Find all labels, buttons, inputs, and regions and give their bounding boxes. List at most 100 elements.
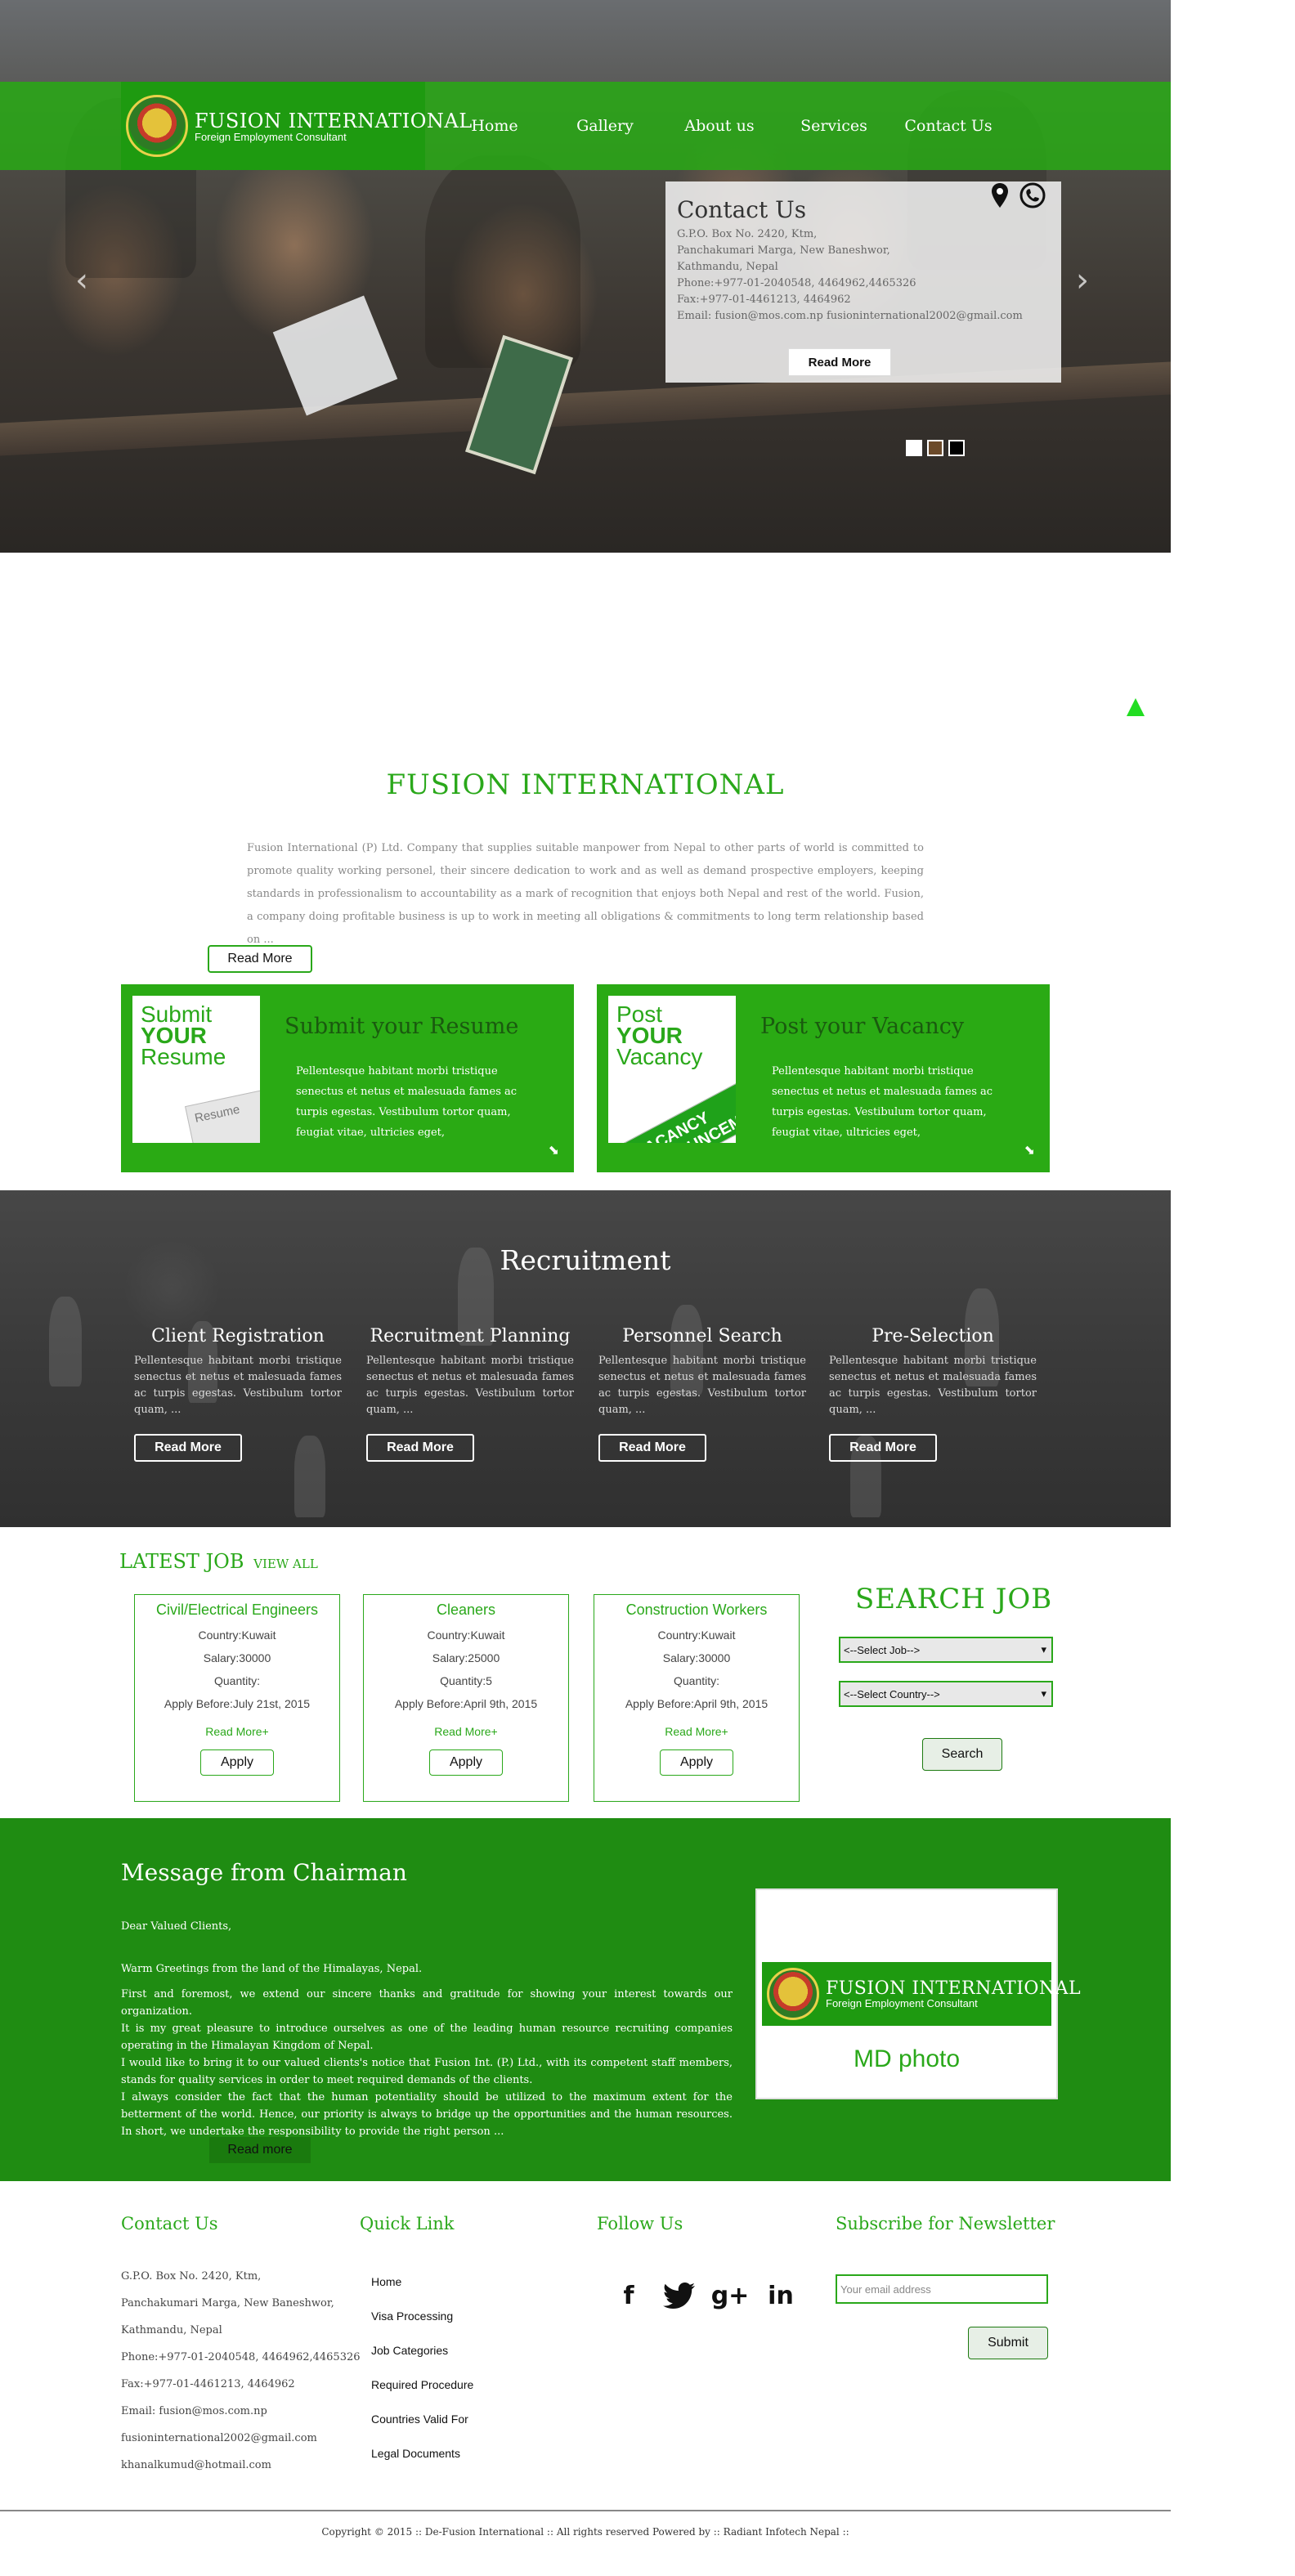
quick-link-documents[interactable]: Legal Documents bbox=[371, 2436, 473, 2471]
job-read-more-link[interactable]: Read More+ bbox=[135, 1725, 339, 1738]
view-all-link[interactable]: VIEW ALL bbox=[253, 1557, 318, 1571]
chairman-paragraph: I always consider the fact that the huma… bbox=[121, 2091, 733, 2138]
job-quantity: Quantity:5 bbox=[440, 1674, 492, 1687]
footer-contact-line: Panchakumari Marga, New Baneshwor, bbox=[121, 2297, 334, 2309]
arrow-icon[interactable]: ⬊ bbox=[549, 1142, 559, 1158]
footer-contact-title: Contact Us bbox=[121, 2214, 218, 2233]
about-read-more-button[interactable]: Read More bbox=[208, 945, 312, 973]
recruitment-read-more-button[interactable]: Read More bbox=[598, 1434, 706, 1462]
job-salary: Salary:30000 bbox=[203, 1651, 271, 1664]
logo[interactable]: FUSION INTERNATIONAL Foreign Employment … bbox=[121, 82, 472, 170]
phone-icon bbox=[1019, 182, 1046, 208]
slider-dot[interactable] bbox=[948, 440, 965, 456]
job-title[interactable]: Civil/Electrical Engineers bbox=[135, 1602, 339, 1619]
apply-button[interactable]: Apply bbox=[429, 1749, 503, 1776]
newsletter-submit-button[interactable]: Submit bbox=[968, 2327, 1048, 2359]
job-read-more-link[interactable]: Read More+ bbox=[364, 1725, 568, 1738]
job-deadline: Apply Before:April 9th, 2015 bbox=[394, 1697, 538, 1710]
facebook-icon[interactable]: f bbox=[603, 2279, 654, 2312]
hero-read-more-button[interactable]: Read More bbox=[788, 348, 891, 376]
nav-services[interactable]: Services bbox=[777, 117, 891, 135]
recruitment-read-more-button[interactable]: Read More bbox=[829, 1434, 937, 1462]
google-plus-icon[interactable]: g+ bbox=[705, 2279, 755, 2312]
submit-resume-image: Submit YOUR Resume Resume bbox=[132, 996, 260, 1143]
copyright: Copyright © 2015 :: De-Fusion Internatio… bbox=[321, 2526, 849, 2538]
md-photo-caption: MD photo bbox=[853, 2045, 961, 2072]
nav-home[interactable]: Home bbox=[441, 117, 548, 135]
quick-link-countries[interactable]: Countries Valid For bbox=[371, 2402, 473, 2436]
card-title: Submit your Resume bbox=[285, 1014, 519, 1039]
submit-resume-card[interactable]: Submit YOUR Resume Resume Submit your Re… bbox=[121, 984, 574, 1172]
newsletter-title: Subscribe for Newsletter bbox=[836, 2214, 1055, 2233]
job-read-more-link[interactable]: Read More+ bbox=[594, 1725, 799, 1738]
job-card: Cleaners Country:Kuwait Salary:25000 Qua… bbox=[363, 1594, 569, 1802]
quick-link-visa[interactable]: Visa Processing bbox=[371, 2299, 473, 2333]
recruitment-title: Recruitment bbox=[500, 1244, 671, 1276]
md-brand-tagline: Foreign Employment Consultant bbox=[826, 1997, 978, 2009]
card-text: Pellentesque habitant morbi tristique se… bbox=[772, 1065, 993, 1139]
brand-name: FUSION INTERNATIONAL bbox=[195, 109, 473, 132]
slider-dot[interactable] bbox=[927, 440, 943, 456]
map-pin-icon bbox=[992, 183, 1008, 208]
footer-contact-line: fusioninternational2002@gmail.com bbox=[121, 2432, 317, 2444]
recruitment-item: Personnel Search Pellentesque habitant m… bbox=[598, 1326, 806, 1418]
about-title: FUSION INTERNATIONAL bbox=[386, 768, 785, 801]
post-vacancy-card[interactable]: Post YOUR Vacancy VACANCY ANNOUNCEMENT P… bbox=[597, 984, 1050, 1172]
job-salary: Salary:25000 bbox=[432, 1651, 500, 1664]
footer-contact-line: Kathmandu, Nepal bbox=[121, 2324, 222, 2336]
slider-dot[interactable] bbox=[906, 440, 922, 456]
recruitment-item-title: Personnel Search bbox=[622, 1326, 782, 1346]
recruitment-item-title: Client Registration bbox=[151, 1326, 325, 1346]
quick-link-procedure[interactable]: Required Procedure bbox=[371, 2368, 473, 2402]
vacancy-stamp-icon: VACANCY ANNOUNCEMENT bbox=[623, 1066, 736, 1143]
recruitment-read-more-button[interactable]: Read More bbox=[366, 1434, 474, 1462]
hero-contact-line: Panchakumari Marga, New Baneshwor, bbox=[677, 244, 890, 257]
recruitment-item: Client Registration Pellentesque habitan… bbox=[134, 1326, 342, 1418]
slider-prev-icon[interactable]: ‹ bbox=[75, 262, 88, 299]
recruitment-read-more-button[interactable]: Read More bbox=[134, 1434, 242, 1462]
recruitment-item-text: Pellentesque habitant morbi tristique se… bbox=[134, 1355, 342, 1416]
scroll-top-icon[interactable] bbox=[1127, 698, 1145, 716]
footer-contact: G.P.O. Box No. 2420, Ktm, Panchakumari M… bbox=[121, 2263, 361, 2479]
footer-divider bbox=[0, 2510, 1171, 2511]
chairman-greeting: Dear Valued Clients, bbox=[121, 1920, 232, 1933]
job-title[interactable]: Construction Workers bbox=[594, 1602, 799, 1619]
quick-link-categories[interactable]: Job Categories bbox=[371, 2333, 473, 2368]
arrow-icon[interactable]: ⬊ bbox=[1024, 1142, 1035, 1158]
job-select-value: <--Select Job--> bbox=[844, 1643, 921, 1656]
job-quantity: Quantity: bbox=[213, 1674, 261, 1687]
card-title: Post your Vacancy bbox=[760, 1014, 965, 1039]
post-vacancy-image: Post YOUR Vacancy VACANCY ANNOUNCEMENT bbox=[608, 996, 736, 1143]
nav-gallery[interactable]: Gallery bbox=[548, 117, 662, 135]
resume-paper-icon: Resume bbox=[185, 1086, 260, 1143]
recruitment-item-title: Recruitment Planning bbox=[370, 1326, 571, 1346]
apply-button[interactable]: Apply bbox=[660, 1749, 733, 1776]
linkedin-icon[interactable]: in bbox=[755, 2279, 806, 2312]
main-menu: Home Gallery About us Services Contact U… bbox=[441, 82, 1006, 170]
twitter-icon[interactable] bbox=[654, 2279, 705, 2312]
recruitment-item: Recruitment Planning Pellentesque habita… bbox=[366, 1326, 574, 1418]
emblem-icon bbox=[767, 1968, 819, 2020]
hero-contact-line: Kathmandu, Nepal bbox=[677, 261, 778, 273]
nav-about[interactable]: About us bbox=[662, 117, 777, 135]
slider-dots bbox=[906, 440, 970, 456]
job-title[interactable]: Cleaners bbox=[364, 1602, 568, 1619]
newsletter-email-input[interactable]: Your email address bbox=[836, 2274, 1048, 2304]
chairman-section: Message from Chairman Dear Valued Client… bbox=[0, 1818, 1171, 2181]
search-job-title: SEARCH JOB bbox=[855, 1583, 1053, 1615]
chevron-down-icon: ▾ bbox=[1041, 1687, 1046, 1700]
social-links: f g+ in bbox=[603, 2279, 806, 2312]
apply-button[interactable]: Apply bbox=[200, 1749, 274, 1776]
country-select[interactable]: <--Select Country--> ▾ bbox=[839, 1681, 1053, 1707]
job-select[interactable]: <--Select Job--> ▾ bbox=[839, 1637, 1053, 1663]
hero-contact-line: G.P.O. Box No. 2420, Ktm, bbox=[677, 228, 818, 240]
recruitment-item-title: Pre-Selection bbox=[872, 1326, 994, 1346]
search-button[interactable]: Search bbox=[922, 1738, 1002, 1771]
slider-next-icon[interactable]: › bbox=[1076, 262, 1089, 299]
page: FUSION INTERNATIONAL Foreign Employment … bbox=[0, 0, 1295, 2576]
brand-tagline: Foreign Employment Consultant bbox=[195, 130, 347, 143]
nav-contact[interactable]: Contact Us bbox=[891, 117, 1006, 135]
emblem-icon bbox=[126, 95, 188, 157]
chairman-read-more-button[interactable]: Read more bbox=[209, 2137, 311, 2163]
quick-link-home[interactable]: Home bbox=[371, 2265, 473, 2299]
